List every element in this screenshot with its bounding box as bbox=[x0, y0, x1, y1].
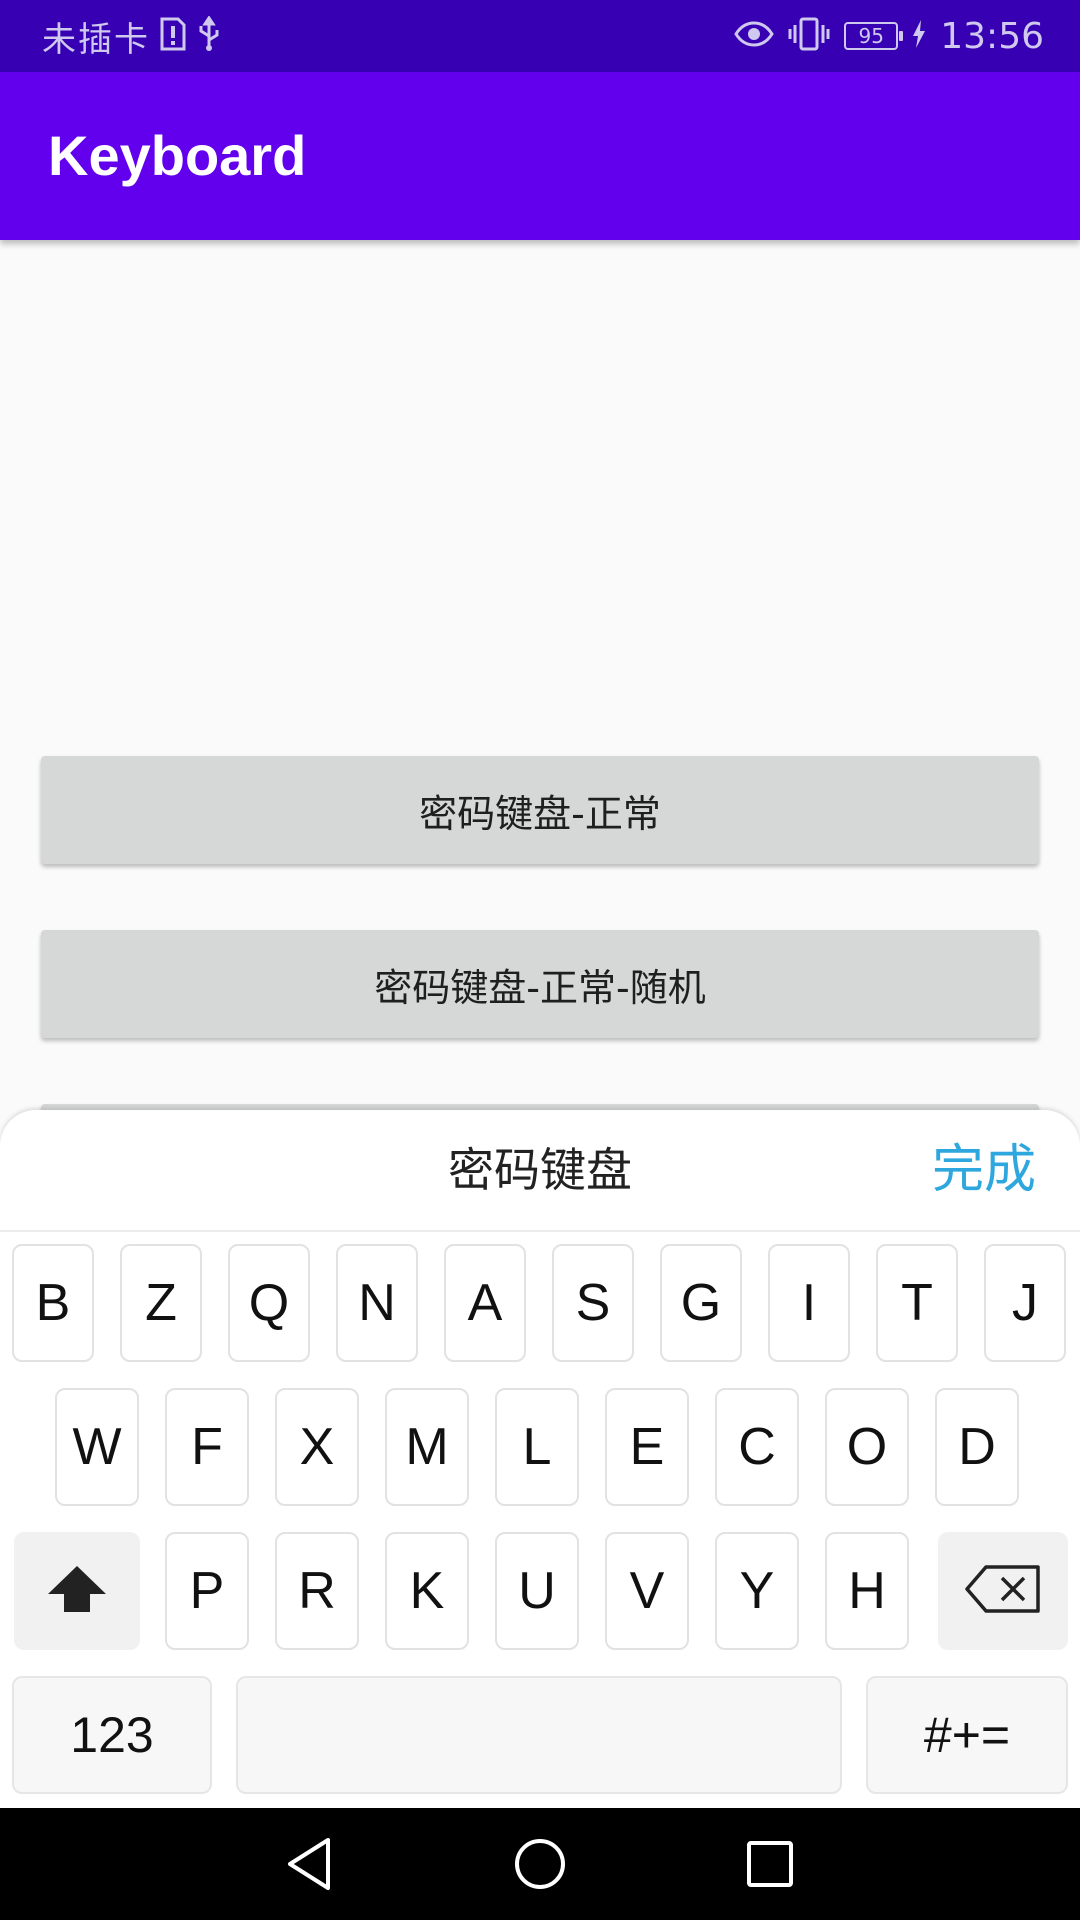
eye-icon bbox=[734, 20, 775, 52]
key[interactable]: Y bbox=[715, 1532, 799, 1650]
key[interactable]: X bbox=[275, 1388, 359, 1506]
home-icon[interactable] bbox=[510, 1834, 570, 1894]
key[interactable]: H bbox=[825, 1532, 909, 1650]
done-button[interactable]: 完成 bbox=[932, 1110, 1036, 1230]
numbers-key[interactable]: 123 bbox=[12, 1676, 212, 1794]
backspace-icon bbox=[964, 1564, 1042, 1618]
space-key[interactable] bbox=[236, 1676, 842, 1794]
key[interactable]: O bbox=[825, 1388, 909, 1506]
sim-alert-icon bbox=[160, 17, 186, 55]
usb-icon bbox=[196, 15, 222, 56]
shift-icon bbox=[46, 1564, 108, 1618]
navigation-bar bbox=[0, 1808, 1080, 1920]
password-keyboard-normal-button[interactable]: 密码键盘-正常 bbox=[41, 756, 1039, 864]
key[interactable]: L bbox=[495, 1388, 579, 1506]
keyboard-header: 密码键盘 完成 bbox=[0, 1110, 1080, 1232]
key[interactable]: A bbox=[444, 1244, 526, 1362]
key[interactable]: G bbox=[660, 1244, 742, 1362]
battery-icon: 95 bbox=[844, 22, 904, 50]
key[interactable]: J bbox=[984, 1244, 1066, 1362]
page-title: Keyboard bbox=[48, 124, 307, 187]
vibrate-icon bbox=[788, 17, 830, 55]
key[interactable]: N bbox=[336, 1244, 418, 1362]
charging-icon bbox=[912, 20, 926, 52]
key[interactable]: U bbox=[495, 1532, 579, 1650]
clock: 13:56 bbox=[940, 15, 1044, 57]
status-bar: 未插卡 95 13:56 bbox=[0, 0, 1080, 72]
app-bar: Keyboard bbox=[0, 72, 1080, 240]
back-icon[interactable] bbox=[280, 1834, 340, 1894]
key[interactable]: T bbox=[876, 1244, 958, 1362]
symbols-key[interactable]: #+= bbox=[866, 1676, 1068, 1794]
password-keyboard-random-button[interactable]: 密码键盘-正常-随机 bbox=[41, 930, 1039, 1038]
key[interactable]: P bbox=[165, 1532, 249, 1650]
key[interactable]: F bbox=[165, 1388, 249, 1506]
keyboard-title: 密码键盘 bbox=[448, 1143, 632, 1197]
key[interactable]: R bbox=[275, 1532, 359, 1650]
key[interactable]: W bbox=[55, 1388, 139, 1506]
key[interactable]: M bbox=[385, 1388, 469, 1506]
key[interactable]: I bbox=[768, 1244, 850, 1362]
key[interactable]: Q bbox=[228, 1244, 310, 1362]
shift-key[interactable] bbox=[14, 1532, 140, 1650]
carrier-label: 未插卡 bbox=[42, 19, 150, 60]
backspace-key[interactable] bbox=[938, 1532, 1068, 1650]
key[interactable]: K bbox=[385, 1532, 469, 1650]
recents-icon[interactable] bbox=[740, 1834, 800, 1894]
key[interactable]: E bbox=[605, 1388, 689, 1506]
key[interactable]: S bbox=[552, 1244, 634, 1362]
key[interactable]: Z bbox=[120, 1244, 202, 1362]
key[interactable]: C bbox=[715, 1388, 799, 1506]
key[interactable]: B bbox=[12, 1244, 94, 1362]
key[interactable]: D bbox=[935, 1388, 1019, 1506]
password-keyboard: 密码键盘 完成 B Z Q N A S G I T J W F X M L E … bbox=[0, 1110, 1080, 1808]
key[interactable]: V bbox=[605, 1532, 689, 1650]
